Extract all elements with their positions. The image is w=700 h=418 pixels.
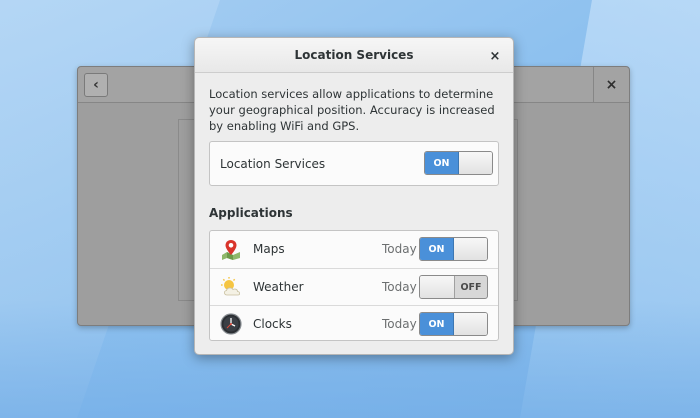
switch-knob xyxy=(454,313,487,335)
parent-close-button[interactable]: × xyxy=(593,67,629,103)
dialog-close-button[interactable]: × xyxy=(485,46,505,66)
app-name: Weather xyxy=(253,280,304,294)
location-services-row: Location Services ON xyxy=(209,141,499,186)
close-icon: × xyxy=(605,77,618,93)
switch-state-label: ON xyxy=(425,152,459,174)
app-row-maps: Maps Today ON xyxy=(210,231,498,268)
chevron-left-icon: ‹ xyxy=(93,77,99,93)
app-last-used: Today xyxy=(382,317,417,331)
location-services-switch[interactable]: ON xyxy=(424,151,493,175)
applications-heading: Applications xyxy=(209,206,293,220)
maps-icon xyxy=(222,240,240,260)
app-row-weather: Weather Today OFF xyxy=(210,268,498,305)
dialog-titlebar: Location Services × xyxy=(195,38,513,73)
applications-list: Maps Today ON Weather Today OFF Clocks T… xyxy=(209,230,499,341)
switch-state-label: ON xyxy=(420,238,454,260)
switch-knob xyxy=(420,276,455,298)
close-icon: × xyxy=(489,48,501,64)
app-last-used: Today xyxy=(382,280,417,294)
dialog-title: Location Services xyxy=(294,48,414,62)
switch-knob xyxy=(454,238,487,260)
app-name: Maps xyxy=(253,242,285,256)
weather-location-switch[interactable]: OFF xyxy=(419,275,488,299)
switch-state-label: ON xyxy=(420,313,454,335)
switch-state-label: OFF xyxy=(460,281,482,293)
app-name: Clocks xyxy=(253,317,292,331)
dialog-description: Location services allow applications to … xyxy=(209,87,495,133)
location-services-dialog: Location Services × Location services al… xyxy=(194,37,514,355)
clocks-icon xyxy=(220,313,242,335)
back-button[interactable]: ‹ xyxy=(84,73,108,97)
clocks-location-switch[interactable]: ON xyxy=(419,312,488,336)
app-row-clocks: Clocks Today ON xyxy=(210,305,498,342)
weather-icon xyxy=(221,277,241,296)
maps-location-switch[interactable]: ON xyxy=(419,237,488,261)
location-services-label: Location Services xyxy=(220,157,326,171)
app-last-used: Today xyxy=(382,242,417,256)
switch-knob xyxy=(459,152,492,174)
